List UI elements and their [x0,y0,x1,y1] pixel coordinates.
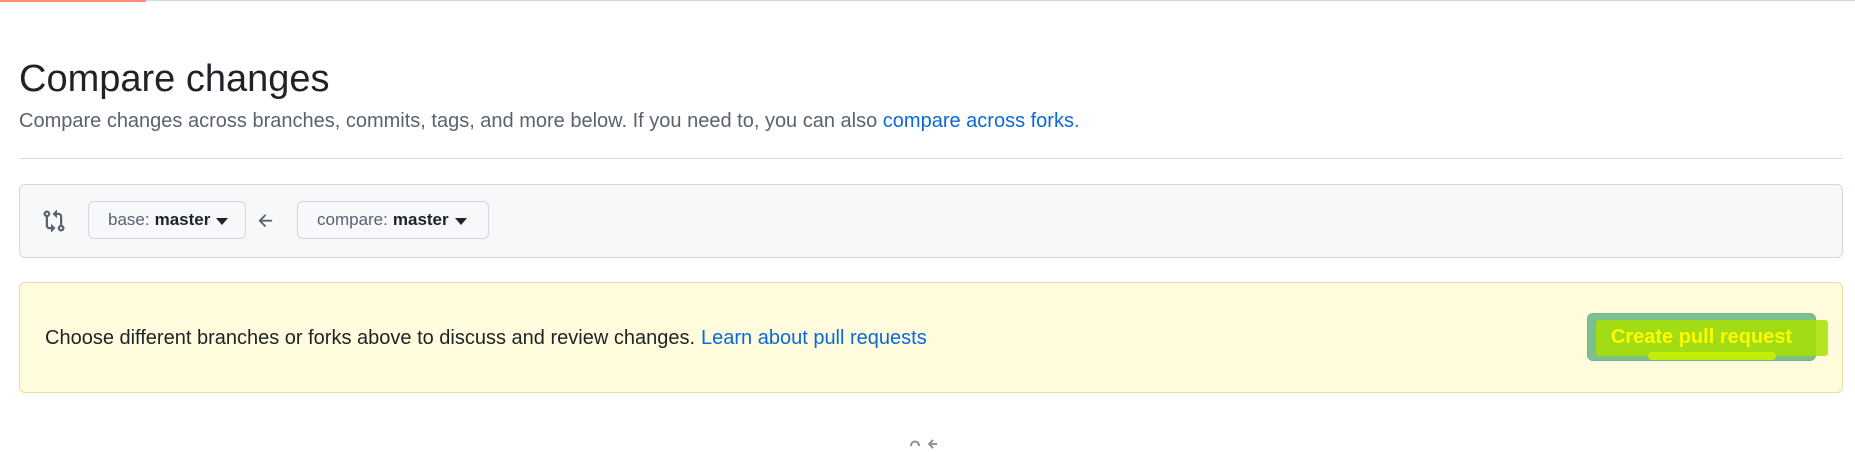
divider [19,158,1843,159]
header-border [0,0,1855,1]
learn-pull-requests-link[interactable]: Learn about pull requests [701,327,927,349]
subtitle-text: Compare changes across branches, commits… [19,110,883,132]
compare-branch-select[interactable]: compare: master [297,201,489,239]
base-ref: master [154,210,211,229]
triangle-down-icon [454,217,467,225]
subtitle-end: . [1073,110,1080,132]
page-title: Compare changes [19,58,330,100]
git-compare-icon [43,209,65,233]
arrow-left-icon [258,214,273,227]
compare-prefix: compare: [317,210,388,229]
base-prefix: base: [108,210,150,229]
page-subtitle: Compare changes across branches, commits… [19,108,1080,134]
active-tab-underline [0,0,146,2]
flash-text: Choose different branches or forks above… [45,327,695,349]
git-compare-icon-partial [910,439,937,449]
create-pull-request-button[interactable]: Create pull request [1587,313,1828,361]
flash-message: Choose different branches or forks above… [45,325,927,351]
compare-ref: master [392,210,449,229]
base-branch-select[interactable]: base: master [88,201,246,239]
highlighter-mark-tail [1648,352,1776,360]
triangle-down-icon [216,217,229,225]
create-pull-request-label: Create pull request [1610,325,1793,348]
no-changes-flash: Choose different branches or forks above… [19,282,1843,393]
range-editor: base: master compare: master [19,184,1843,258]
compare-across-forks-link[interactable]: compare across forks [883,110,1074,132]
